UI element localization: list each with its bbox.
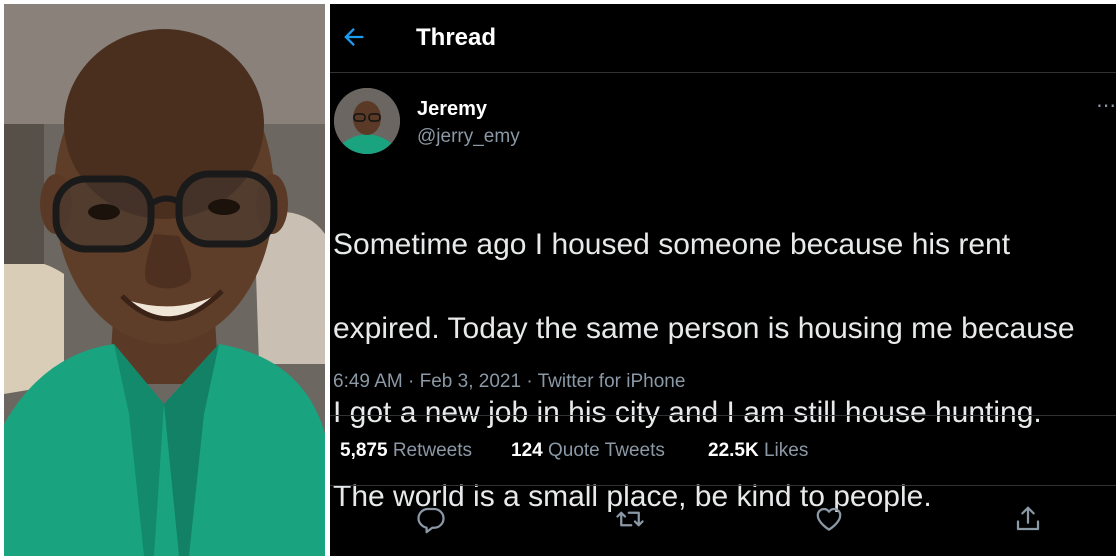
quote-tweets-count: 124 [511, 440, 543, 461]
quote-tweets-label: Quote Tweets [547, 440, 665, 461]
meta-separator: · [408, 371, 415, 392]
retweets-label: Retweets [392, 440, 473, 461]
likes-label: Likes [763, 440, 809, 461]
meta-separator: · [526, 371, 533, 392]
engagement-stats: 5,875 Retweets 124 Quote Tweets 22.5K Li… [330, 415, 1116, 486]
more-options-icon[interactable]: ⋯ [1096, 96, 1116, 116]
likes-count: 22.5K [708, 440, 759, 461]
tweet-meta: 6:49 AM · Feb 3, 2021 · Twitter for iPho… [333, 371, 685, 393]
like-icon[interactable] [814, 504, 844, 534]
author-handle[interactable]: @jerry_emy [417, 126, 520, 148]
retweet-icon[interactable] [615, 504, 645, 534]
tweet-text-line: expired. Today the same person is housin… [333, 312, 1075, 345]
retweets-stat[interactable]: 5,875 Retweets [340, 440, 472, 462]
tweet-text-line: Sometime ago I housed someone because hi… [333, 228, 1011, 261]
arrow-left-icon[interactable] [340, 23, 368, 51]
quote-tweets-stat[interactable]: 124 Quote Tweets [511, 440, 665, 462]
tweet-panel: Thread Jeremy @jerry_emy ⋯ Sometime ago … [330, 4, 1116, 556]
tweet-time[interactable]: 6:49 AM [333, 371, 403, 392]
thread-header: Thread [330, 4, 1116, 73]
avatar[interactable] [334, 88, 400, 154]
action-bar [330, 494, 1116, 544]
retweets-count: 5,875 [340, 440, 388, 461]
profile-photo [4, 4, 325, 556]
reply-icon[interactable] [416, 504, 446, 534]
likes-stat[interactable]: 22.5K Likes [708, 440, 808, 462]
author-name[interactable]: Jeremy [417, 98, 487, 121]
tweet-date[interactable]: Feb 3, 2021 [420, 371, 521, 392]
tweet-source[interactable]: Twitter for iPhone [538, 371, 686, 392]
page-title: Thread [416, 24, 497, 51]
share-icon[interactable] [1013, 504, 1043, 534]
